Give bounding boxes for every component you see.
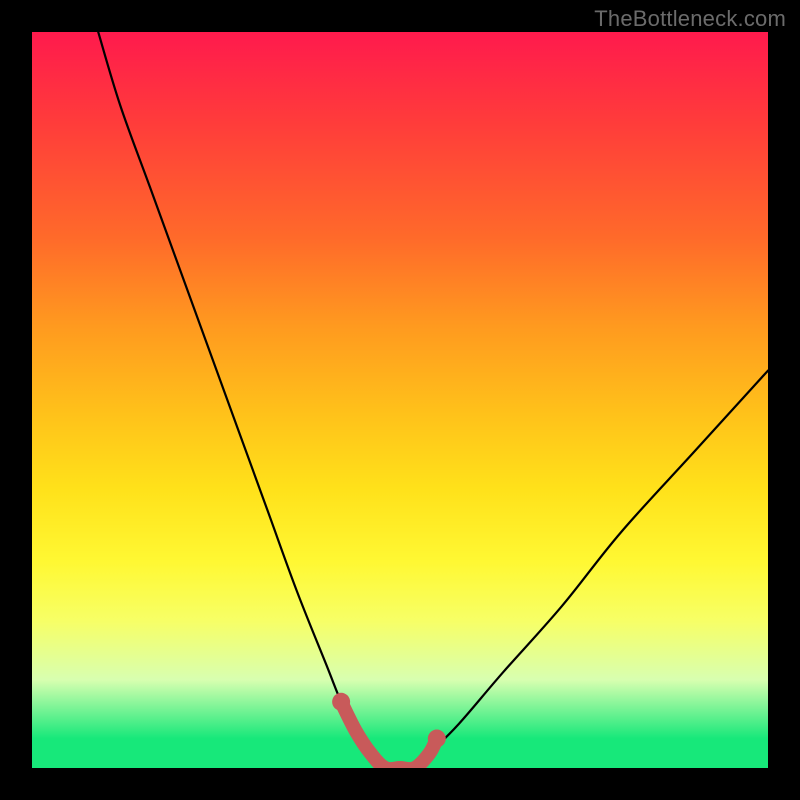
highlight-endpoint (428, 730, 446, 748)
bottleneck-curve-path (98, 32, 768, 768)
highlight-band-path (341, 702, 437, 768)
highlight-endpoint (332, 693, 350, 711)
watermark-text: TheBottleneck.com (594, 6, 786, 32)
chart-frame: TheBottleneck.com (0, 0, 800, 800)
chart-svg (32, 32, 768, 768)
chart-plot-area (32, 32, 768, 768)
